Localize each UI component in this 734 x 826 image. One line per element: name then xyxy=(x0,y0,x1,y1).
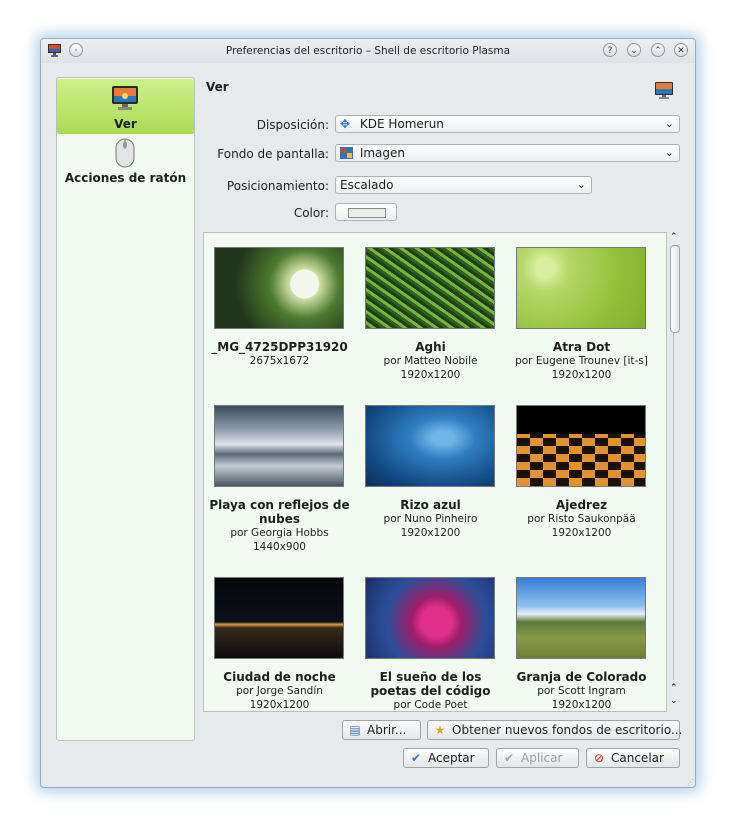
window-title: Preferencias del escritorio – Shell de e… xyxy=(225,45,511,57)
wallpaper-title: El sueño de los poetas del código xyxy=(370,670,491,698)
close-button[interactable]: ✕ xyxy=(674,43,688,57)
wallpaper-thumbnail xyxy=(516,577,646,659)
check-icon: ✔ xyxy=(410,751,422,765)
get-new-wallpapers-button[interactable]: ★ Obtener nuevos fondos de escritorio... xyxy=(427,720,683,740)
wallpaper-title: _MG_4725DPP31920 xyxy=(211,340,348,354)
chevron-down-icon: ⌄ xyxy=(664,146,674,159)
wallpaper-thumbnail xyxy=(516,247,646,329)
wallpaper-thumbnail xyxy=(516,405,646,487)
wallpaper-resolution: 2675x1672 xyxy=(249,355,310,367)
wallpaper-title: Ajedrez xyxy=(555,498,608,512)
grid-scrollbar[interactable]: ⌃ ⌃ ⌄ xyxy=(667,232,681,712)
wallpaper-grid[interactable]: _MG_4725DPP31920 2675x1672 Aghi por Matt… xyxy=(203,232,667,712)
wallpaper-thumbnail xyxy=(214,577,344,659)
wallpaper-item[interactable]: Rizo azul por Nuno Pinheiro 1920x1200 xyxy=(355,405,506,570)
wallpaper-select[interactable]: Imagen ⌄ xyxy=(335,144,680,162)
check-icon: ✔ xyxy=(503,751,515,765)
title-bar[interactable]: · Preferencias del escritorio – Shell de… xyxy=(41,39,695,63)
wallpaper-item[interactable]: Granja de Colorado por Scott Ingram 1920… xyxy=(506,577,657,711)
cancel-icon: ⊘ xyxy=(593,751,605,765)
sidebar: Ver Acciones de ratón xyxy=(56,77,195,741)
open-label: Abrir... xyxy=(367,723,407,737)
homerun-icon: ✥ xyxy=(340,117,351,131)
cancel-button[interactable]: ⊘ Cancelar xyxy=(586,748,680,768)
wallpaper-resolution: 1920x1200 xyxy=(551,369,612,381)
wallpaper-resolution: 1920x1200 xyxy=(551,699,612,711)
monitor-icon xyxy=(112,86,138,110)
wallpaper-title: Ciudad de noche xyxy=(223,670,336,684)
scrollbar-thumb[interactable] xyxy=(670,245,680,333)
scroll-up-icon[interactable]: ⌃ xyxy=(670,232,678,242)
minimize-button[interactable]: ⌄ xyxy=(627,43,641,57)
wallpaper-author: por Jorge Sandín xyxy=(236,685,323,697)
wallpaper-author: por Nuno Pinheiro xyxy=(383,513,478,525)
image-icon xyxy=(340,147,353,159)
chevron-down-icon: ⌄ xyxy=(664,117,674,130)
monitor-icon xyxy=(655,82,673,99)
sidebar-item-label: Ver xyxy=(114,117,137,131)
wallpaper-item[interactable]: _MG_4725DPP31920 2675x1672 xyxy=(204,247,355,397)
sidebar-item-label: Acciones de ratón xyxy=(64,171,187,185)
wallpaper-thumbnail xyxy=(365,577,495,659)
color-swatch xyxy=(348,208,386,218)
chevron-down-icon: ⌄ xyxy=(576,178,586,191)
wallpaper-title: Playa con reflejos de nubes xyxy=(209,498,350,526)
scroll-up-icon[interactable]: ⌃ xyxy=(670,683,678,693)
wallpaper-thumbnail xyxy=(214,247,344,329)
wallpaper-author: por Code Poet xyxy=(393,699,468,711)
help-button[interactable]: ? xyxy=(603,43,617,57)
wallpaper-item[interactable]: Ajedrez por Risto Saukonpää 1920x1200 xyxy=(506,405,657,570)
accept-label: Aceptar xyxy=(428,751,475,765)
sidebar-item-ver[interactable]: Ver xyxy=(57,79,194,134)
color-button[interactable] xyxy=(335,203,397,221)
open-folder-icon: ▤ xyxy=(349,723,361,737)
wallpaper-thumbnail xyxy=(214,405,344,487)
wallpaper-author: por Eugene Trounev [it-s] xyxy=(515,355,648,367)
wallpaper-title: Aghi xyxy=(415,340,446,354)
positioning-select[interactable]: Escalado ⌄ xyxy=(335,176,592,194)
mouse-icon xyxy=(115,138,135,168)
wallpaper-resolution: 1920x1200 xyxy=(551,527,612,539)
wallpaper-thumbnail xyxy=(365,247,495,329)
maximize-button[interactable]: ⌃ xyxy=(651,43,665,57)
wallpaper-label: Fondo de pantalla: xyxy=(217,147,329,161)
scroll-down-icon[interactable]: ⌄ xyxy=(670,696,678,706)
wallpaper-author: por Risto Saukonpää xyxy=(527,513,636,525)
preferences-window: · Preferencias del escritorio – Shell de… xyxy=(40,38,696,788)
layout-select[interactable]: ✥ KDE Homerun ⌄ xyxy=(335,115,680,133)
wallpaper-title: Atra Dot xyxy=(552,340,611,354)
wallpaper-author: por Matteo Nobile xyxy=(383,355,478,367)
wallpaper-title: Rizo azul xyxy=(400,498,461,512)
sidebar-item-mouse-actions[interactable]: Acciones de ratón xyxy=(57,136,194,191)
layout-value: KDE Homerun xyxy=(359,117,444,131)
wallpaper-author: por Georgia Hobbs xyxy=(230,527,329,539)
wallpaper-author: por Scott Ingram xyxy=(537,685,626,697)
wallpaper-resolution: 1920x1200 xyxy=(400,527,461,539)
wallpaper-resolution: 1440x900 xyxy=(253,541,306,553)
star-icon: ★ xyxy=(434,723,446,737)
wallpaper-item[interactable]: El sueño de los poetas del código por Co… xyxy=(355,577,506,711)
resize-grip-icon[interactable]: ⋰ xyxy=(687,778,694,786)
positioning-label: Posicionamiento: xyxy=(226,179,329,193)
wallpaper-item[interactable]: Ciudad de noche por Jorge Sandín 1920x12… xyxy=(204,577,355,711)
wallpaper-item[interactable]: Playa con reflejos de nubes por Georgia … xyxy=(204,405,355,570)
color-label: Color: xyxy=(293,206,329,220)
open-button[interactable]: ▤ Abrir... xyxy=(342,720,421,740)
positioning-value: Escalado xyxy=(340,178,394,192)
cancel-label: Cancelar xyxy=(611,751,664,765)
wallpaper-resolution: 1920x1200 xyxy=(400,369,461,381)
get-new-label: Obtener nuevos fondos de escritorio... xyxy=(452,723,683,737)
wallpaper-resolution: 1920x1200 xyxy=(249,699,310,711)
apply-button[interactable]: ✔ Aplicar xyxy=(496,748,579,768)
wallpaper-title: Granja de Colorado xyxy=(516,670,647,684)
wallpaper-value: Imagen xyxy=(359,146,406,160)
wallpaper-item[interactable]: Aghi por Matteo Nobile 1920x1200 xyxy=(355,247,506,397)
wallpaper-item[interactable]: Atra Dot por Eugene Trounev [it-s] 1920x… xyxy=(506,247,657,397)
accept-button[interactable]: ✔ Aceptar xyxy=(403,748,489,768)
scrollbar-track[interactable] xyxy=(673,332,674,680)
wallpaper-thumbnail xyxy=(365,405,495,487)
apply-label: Aplicar xyxy=(521,751,563,765)
layout-label: Disposición: xyxy=(256,118,329,132)
section-title: Ver xyxy=(206,80,229,94)
